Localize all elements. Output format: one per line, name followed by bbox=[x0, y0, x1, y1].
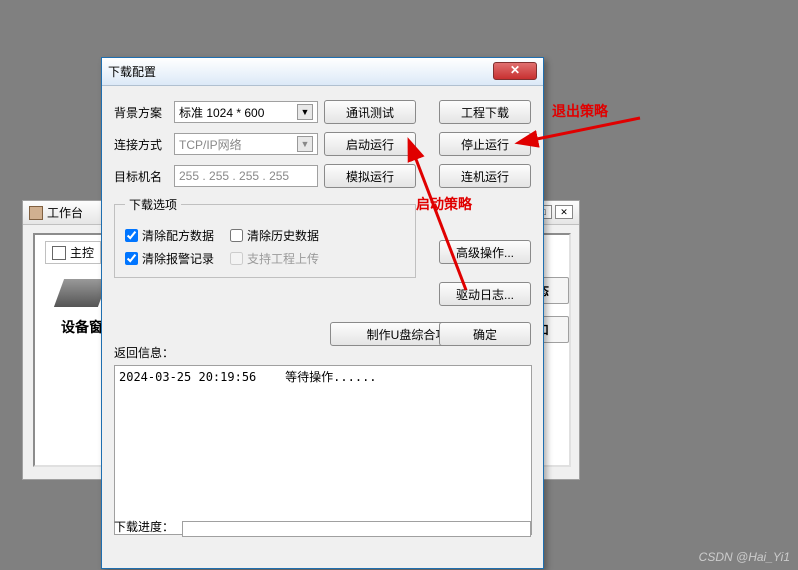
conn-method-label: 连接方式 bbox=[114, 136, 168, 153]
conn-method-value: TCP/IP网络 bbox=[179, 136, 242, 153]
return-info-label: 返回信息： bbox=[114, 344, 174, 361]
advanced-button[interactable]: 高级操作... bbox=[439, 240, 531, 264]
stop-run-button[interactable]: 停止运行 bbox=[439, 132, 531, 156]
support-upload-input bbox=[230, 252, 243, 265]
clear-alarm-input[interactable] bbox=[125, 252, 138, 265]
close-icon[interactable]: ✕ bbox=[555, 205, 573, 219]
log-textarea[interactable]: 2024-03-25 20:19:56 等待操作...... bbox=[114, 365, 532, 535]
online-run-button[interactable]: 连机运行 bbox=[439, 164, 531, 188]
download-options-group: 下载选项 清除配方数据 清除历史数据 清除报警记录 支持工程上传 bbox=[114, 196, 416, 278]
clear-alarm-checkbox[interactable]: 清除报警记录 bbox=[125, 250, 214, 267]
document-icon bbox=[52, 246, 66, 260]
close-x-icon: ✕ bbox=[510, 63, 520, 77]
close-button[interactable]: ✕ bbox=[493, 62, 537, 80]
clear-history-checkbox[interactable]: 清除历史数据 bbox=[230, 227, 319, 244]
bg-scheme-label: 背景方案 bbox=[114, 104, 168, 121]
target-value: 255 . 255 . 255 . 255 bbox=[179, 169, 289, 183]
conn-method-select[interactable]: TCP/IP网络 ▼ bbox=[174, 133, 318, 155]
project-download-button[interactable]: 工程下载 bbox=[439, 100, 531, 124]
main-control-label: 主控 bbox=[70, 244, 94, 261]
comm-test-button[interactable]: 通讯测试 bbox=[324, 100, 416, 124]
clear-recipe-checkbox[interactable]: 清除配方数据 bbox=[125, 227, 214, 244]
ok-button[interactable]: 确定 bbox=[439, 322, 531, 346]
watermark: CSDN @Hai_Yi1 bbox=[699, 550, 790, 564]
bg-scheme-select[interactable]: 标准 1024 * 600 ▼ bbox=[174, 101, 318, 123]
download-options-legend: 下载选项 bbox=[125, 196, 181, 213]
clear-recipe-input[interactable] bbox=[125, 229, 138, 242]
driver-log-button[interactable]: 驱动日志... bbox=[439, 282, 531, 306]
device-window-label: 设备窗 bbox=[61, 317, 103, 337]
support-upload-checkbox: 支持工程上传 bbox=[230, 250, 319, 267]
start-run-button[interactable]: 启动运行 bbox=[324, 132, 416, 156]
chevron-down-icon: ▼ bbox=[297, 136, 313, 152]
annotation-exit-strategy: 退出策略 bbox=[552, 101, 608, 121]
chip-icon bbox=[54, 279, 108, 307]
dialog-titlebar: 下载配置 ✕ bbox=[102, 58, 543, 86]
dialog-title: 下载配置 bbox=[108, 63, 156, 80]
target-label: 目标机名 bbox=[114, 168, 168, 185]
bg-scheme-value: 标准 1024 * 600 bbox=[179, 104, 264, 121]
chevron-down-icon: ▼ bbox=[297, 104, 313, 120]
progress-bar bbox=[182, 521, 531, 537]
target-input[interactable]: 255 . 255 . 255 . 255 bbox=[174, 165, 318, 187]
main-control-box[interactable]: 主控 bbox=[45, 241, 101, 264]
clear-history-input[interactable] bbox=[230, 229, 243, 242]
tool-icon bbox=[29, 206, 43, 220]
download-config-dialog: 下载配置 ✕ 背景方案 标准 1024 * 600 ▼ 通讯测试 连接方式 TC… bbox=[101, 57, 544, 569]
annotation-start-strategy: 启动策略 bbox=[416, 194, 472, 214]
sim-run-button[interactable]: 模拟运行 bbox=[324, 164, 416, 188]
progress-label: 下载进度： bbox=[114, 518, 174, 535]
workbench-title: 工作台 bbox=[47, 201, 83, 225]
